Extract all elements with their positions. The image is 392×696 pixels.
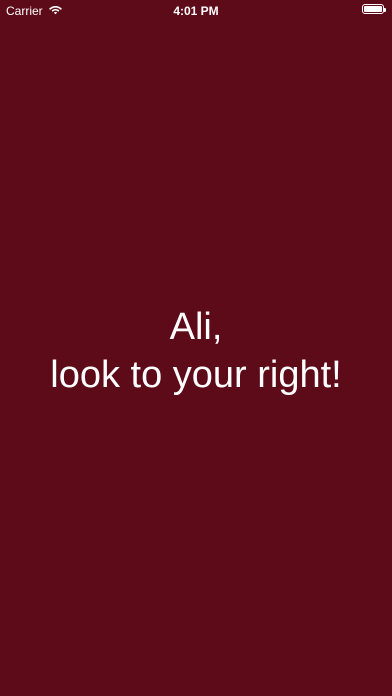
message-line-2: look to your right! (50, 354, 342, 396)
battery-level (364, 6, 382, 12)
message: Ali, look to your right! (0, 303, 392, 399)
status-time: 4:01 PM (173, 4, 219, 18)
message-line-1: Ali, (169, 306, 223, 348)
battery-icon (362, 4, 386, 14)
status-right (362, 4, 386, 14)
status-bar: Carrier 4:01 PM (0, 0, 392, 22)
